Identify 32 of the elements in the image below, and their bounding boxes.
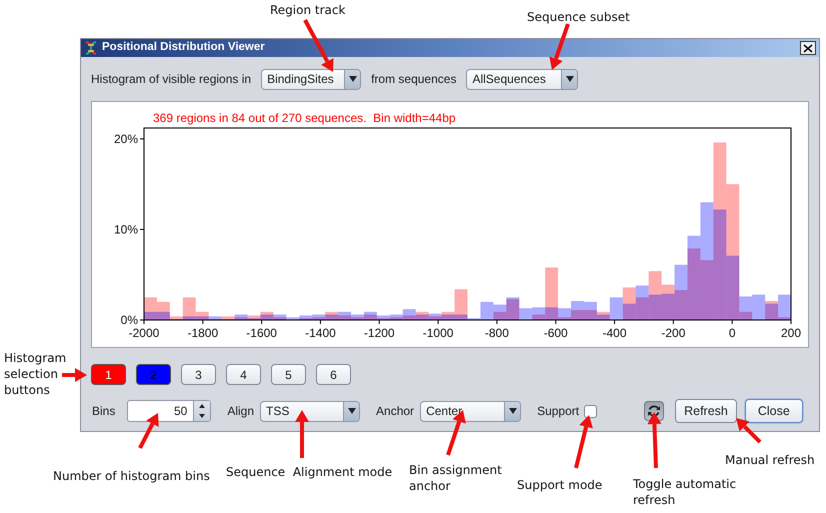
x-tick-label: -1600 <box>246 326 277 340</box>
annotation-text: Manual refresh <box>725 452 815 468</box>
x-tick-label: -400 <box>602 326 627 340</box>
x-tick-label: -1800 <box>187 326 218 340</box>
sequences-label: from sequences <box>371 71 456 88</box>
annotation-text: Number of histogram bins <box>53 468 210 484</box>
x-tick-label: -600 <box>544 326 568 340</box>
annotation-text: Toggle automatic refresh <box>633 476 738 508</box>
x-tick-label: -1400 <box>305 326 336 340</box>
histogram-label: Histogram of visible regions in <box>91 71 252 88</box>
y-tick-label: 10% <box>114 222 138 236</box>
align-label: Align <box>227 403 254 420</box>
annotation-text: Region track <box>270 2 346 18</box>
x-tick-label: -1000 <box>422 326 454 340</box>
annotation-text: Sequence Alignment mode <box>226 464 392 480</box>
bins-label: Bins <box>92 403 116 420</box>
x-tick-label: -800 <box>484 326 509 340</box>
x-tick-label: 200 <box>780 326 802 340</box>
anchor-label: Anchor <box>376 403 414 420</box>
support-label: Support <box>537 403 580 420</box>
annotation-text: Bin assignment anchor <box>409 462 503 494</box>
annotation-text: Histogram selection buttons <box>4 350 68 399</box>
window-title: Positional Distribution Viewer <box>102 40 266 56</box>
x-tick-label: -1200 <box>364 326 395 340</box>
x-tick-label: 0 <box>728 326 736 340</box>
annotation-text: Support mode <box>517 477 602 494</box>
x-tick-label: -2000 <box>128 326 160 340</box>
y-tick-label: 20% <box>114 132 138 146</box>
x-tick-label: -200 <box>661 326 686 340</box>
annotation-text: Sequence subset <box>527 9 630 26</box>
summary-text: 369 regions in 84 out of 270 sequences. Bin width=44bp <box>153 110 456 127</box>
y-tick-label: 0% <box>120 313 138 327</box>
